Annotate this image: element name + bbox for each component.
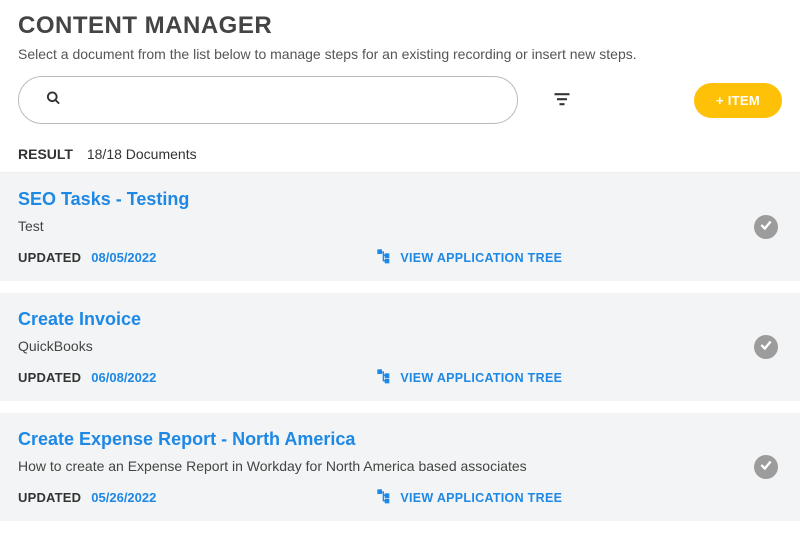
updated-date: 08/05/2022 bbox=[91, 250, 156, 265]
updated-label: UPDATED bbox=[18, 370, 81, 385]
search-wrap bbox=[18, 76, 518, 124]
filter-button[interactable] bbox=[546, 83, 578, 118]
checkmark-icon bbox=[759, 338, 773, 357]
page-title: CONTENT MANAGER bbox=[18, 12, 782, 40]
status-badge bbox=[754, 215, 778, 239]
view-application-tree-button[interactable]: VIEW APPLICATION TREE bbox=[376, 248, 562, 267]
results-count: 18/18 Documents bbox=[87, 146, 197, 162]
add-item-button[interactable]: + ITEM bbox=[694, 83, 782, 118]
view-application-tree-button[interactable]: VIEW APPLICATION TREE bbox=[376, 368, 562, 387]
document-title[interactable]: Create Invoice bbox=[18, 309, 782, 330]
tree-icon bbox=[376, 368, 392, 387]
updated-date: 05/26/2022 bbox=[91, 490, 156, 505]
document-card[interactable]: SEO Tasks - Testing Test UPDATED 08/05/2… bbox=[0, 173, 800, 281]
updated-date: 06/08/2022 bbox=[91, 370, 156, 385]
document-title[interactable]: SEO Tasks - Testing bbox=[18, 189, 782, 210]
status-badge bbox=[754, 335, 778, 359]
status-badge bbox=[754, 455, 778, 479]
view-tree-label: VIEW APPLICATION TREE bbox=[400, 491, 562, 505]
tree-icon bbox=[376, 248, 392, 267]
view-tree-label: VIEW APPLICATION TREE bbox=[400, 251, 562, 265]
document-card[interactable]: Create Expense Report - North America Ho… bbox=[0, 413, 800, 521]
document-description: Test bbox=[18, 218, 782, 234]
document-card[interactable]: Create Invoice QuickBooks UPDATED 06/08/… bbox=[0, 293, 800, 401]
document-title[interactable]: Create Expense Report - North America bbox=[18, 429, 782, 450]
document-list[interactable]: SEO Tasks - Testing Test UPDATED 08/05/2… bbox=[0, 172, 800, 528]
toolbar: + ITEM bbox=[18, 76, 782, 124]
filter-icon bbox=[552, 97, 572, 112]
updated-label: UPDATED bbox=[18, 250, 81, 265]
document-description: QuickBooks bbox=[18, 338, 782, 354]
checkmark-icon bbox=[759, 458, 773, 477]
results-label: RESULT bbox=[18, 146, 73, 162]
search-input[interactable] bbox=[18, 76, 518, 124]
updated-label: UPDATED bbox=[18, 490, 81, 505]
page-subtitle: Select a document from the list below to… bbox=[18, 46, 782, 62]
view-tree-label: VIEW APPLICATION TREE bbox=[400, 371, 562, 385]
view-application-tree-button[interactable]: VIEW APPLICATION TREE bbox=[376, 488, 562, 507]
checkmark-icon bbox=[759, 218, 773, 237]
results-bar: RESULT 18/18 Documents bbox=[18, 146, 782, 162]
document-description: How to create an Expense Report in Workd… bbox=[18, 458, 782, 474]
tree-icon bbox=[376, 488, 392, 507]
